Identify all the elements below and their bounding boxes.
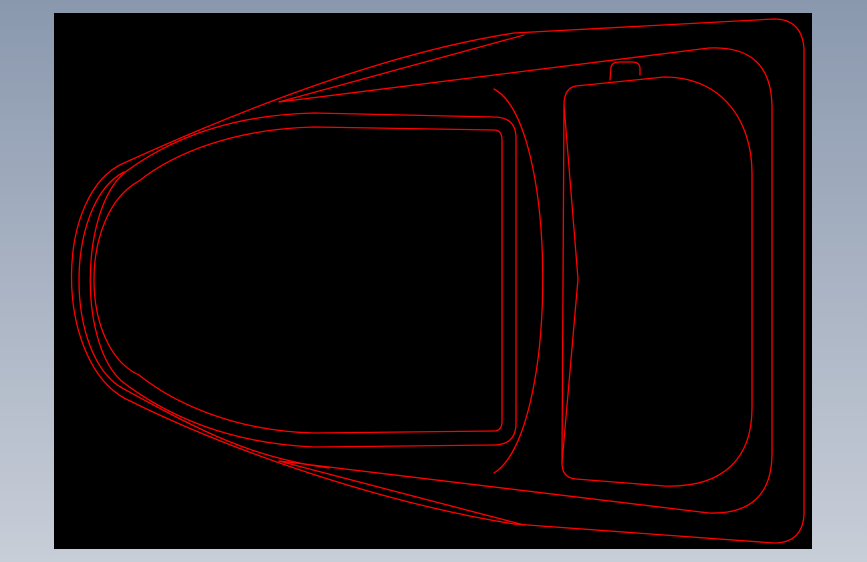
top-tab bbox=[609, 61, 641, 81]
outer-outline-offset bbox=[78, 171, 330, 469]
left-pad-outer bbox=[89, 112, 517, 448]
inner-band bbox=[278, 47, 773, 514]
right-pad-chevron bbox=[561, 104, 579, 464]
right-pad bbox=[561, 76, 753, 487]
cad-viewport[interactable] bbox=[54, 13, 812, 549]
left-pad-inner bbox=[93, 126, 503, 434]
outer-outline bbox=[70, 18, 805, 544]
cad-drawing bbox=[70, 18, 805, 544]
top-edge-line bbox=[278, 34, 525, 103]
center-arc bbox=[493, 88, 544, 474]
bottom-edge-line bbox=[278, 460, 525, 526]
